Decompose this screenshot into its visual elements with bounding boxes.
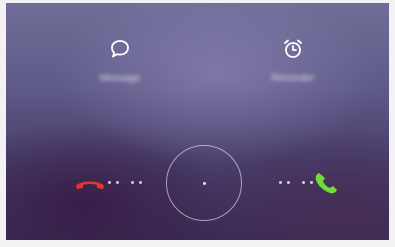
decline-swipe-hint xyxy=(108,181,142,184)
reminder-quick-action[interactable]: Reminder xyxy=(248,37,338,84)
phone-hangup-icon[interactable] xyxy=(74,174,106,190)
reminder-label: Reminder xyxy=(271,73,315,84)
incoming-call-screen: Message Reminder xyxy=(6,3,389,240)
phone-answer-icon[interactable] xyxy=(313,171,343,195)
message-quick-action[interactable]: Message xyxy=(75,37,165,84)
answer-swipe-hint xyxy=(279,181,313,184)
alarm-clock-icon xyxy=(284,39,302,58)
message-bubble-icon xyxy=(111,40,129,58)
message-label: Message xyxy=(99,73,141,84)
slider-handle[interactable] xyxy=(203,182,206,185)
